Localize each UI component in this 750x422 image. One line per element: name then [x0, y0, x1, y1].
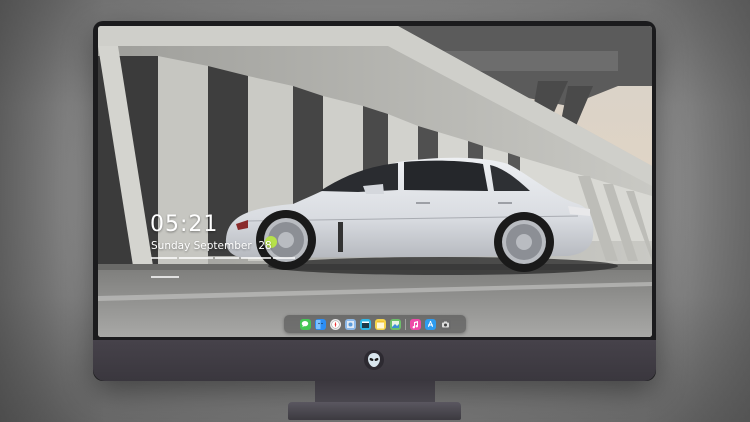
preview-icon[interactable] — [344, 318, 356, 330]
imac-stand-neck — [315, 381, 435, 403]
messages-icon[interactable] — [299, 318, 311, 330]
imac-stand-base — [288, 402, 461, 420]
clapper-icon[interactable] — [359, 318, 371, 330]
camera-icon[interactable] — [439, 318, 451, 330]
wallpaper-car-icon — [98, 26, 652, 337]
safari-icon[interactable] — [329, 318, 341, 330]
lock-screen: 05:21 Sunday September 28 — [98, 26, 652, 337]
lockscreen-date: Sunday September 28 — [151, 240, 272, 252]
dock — [284, 315, 466, 333]
alien-logo-icon — [364, 350, 384, 370]
lockscreen-subtitle-blur — [151, 257, 326, 278]
lockscreen-clock: 05:21 — [150, 212, 219, 237]
photos-icon[interactable] — [389, 318, 401, 330]
app-store-icon[interactable] — [424, 318, 436, 330]
dock-separator — [404, 318, 406, 330]
finder-icon[interactable] — [314, 318, 326, 330]
music-icon[interactable] — [409, 318, 421, 330]
notes-icon[interactable] — [374, 318, 386, 330]
